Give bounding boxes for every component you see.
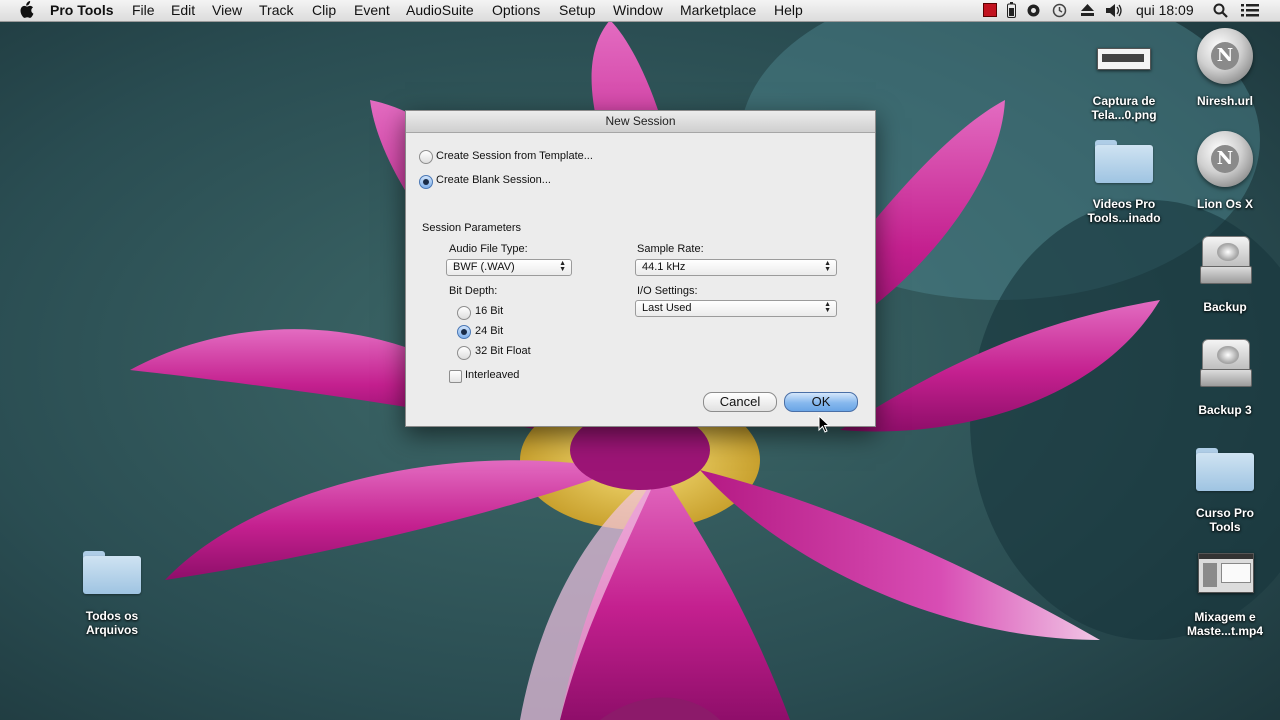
io-settings-label: I/O Settings: — [637, 285, 698, 297]
pro-tools-status-icon[interactable] — [983, 3, 997, 17]
io-settings-select[interactable]: Last Used ▲ ▼ — [635, 300, 837, 317]
image-file-icon — [1097, 48, 1151, 70]
bit-depth-label: Bit Depth: — [449, 285, 498, 297]
status-menu-area: qui 18:09 — [0, 0, 1280, 21]
hard-drive-icon — [1200, 236, 1252, 284]
bit-depth-16-label[interactable]: 16 Bit — [475, 305, 503, 317]
desktop-icon-lion-os-x[interactable]: N Lion Os X — [1170, 131, 1280, 221]
template-session-label[interactable]: Create Session from Template... — [436, 150, 593, 162]
desktop-icon-label: Videos Pro Tools...inado — [1087, 197, 1161, 225]
hard-drive-icon — [1200, 339, 1252, 387]
select-arrows-icon: ▲ ▼ — [824, 301, 831, 314]
video-file-icon — [1198, 553, 1254, 593]
battery-icon[interactable] — [1007, 2, 1016, 18]
audio-file-type-value: BWF (.WAV) — [453, 261, 515, 273]
desktop-icon-mixagem-video[interactable]: Mixagem e Maste...t.mp4 — [1170, 551, 1280, 641]
desktop-icon-label: Lion Os X — [1196, 197, 1253, 211]
eject-icon[interactable] — [1081, 4, 1094, 16]
menu-bar: Pro Tools File Edit View Track Clip Even… — [0, 0, 1280, 22]
time-machine-icon[interactable] — [1052, 3, 1067, 18]
desktop-icon-curso-pro-tools[interactable]: Curso Pro Tools — [1170, 448, 1280, 538]
volume-icon[interactable] — [1106, 3, 1124, 18]
desktop-icon-label: Captura de Tela...0.png — [1091, 94, 1157, 122]
mouse-cursor-icon — [818, 415, 830, 433]
blank-session-label[interactable]: Create Blank Session... — [436, 174, 551, 186]
session-parameters-heading: Session Parameters — [422, 222, 522, 234]
desktop-icon-label: Backup 3 — [1198, 403, 1252, 417]
sample-rate-value: 44.1 kHz — [642, 261, 686, 273]
desktop-icon-todos-os-arquivos[interactable]: Todos os Arquivos — [57, 551, 167, 641]
lion-logo-icon: N — [1211, 145, 1239, 173]
desktop-icon-label: Curso Pro Tools — [1195, 506, 1254, 534]
spotlight-search-icon[interactable] — [1213, 3, 1228, 18]
desktop-icon-screenshot[interactable]: Captura de Tela...0.png — [1069, 40, 1179, 130]
desktop-icon-label: Todos os Arquivos — [85, 609, 139, 637]
desktop-icon-label: Backup — [1203, 300, 1247, 314]
new-session-dialog: New Session Create Session from Template… — [405, 110, 876, 427]
select-arrows-icon: ▲ ▼ — [559, 260, 566, 273]
blank-session-radio[interactable] — [419, 175, 433, 189]
desktop-icon-label: Mixagem e Maste...t.mp4 — [1186, 610, 1264, 638]
sample-rate-label: Sample Rate: — [637, 243, 704, 255]
audio-file-type-label: Audio File Type: — [449, 243, 528, 255]
bit-depth-32-float-radio[interactable] — [457, 346, 471, 360]
desktop-icon-backup[interactable]: Backup — [1170, 236, 1280, 320]
io-settings-value: Last Used — [642, 302, 692, 314]
bit-depth-24-label[interactable]: 24 Bit — [475, 325, 503, 337]
bit-depth-32-float-label[interactable]: 32 Bit Float — [475, 345, 531, 357]
niresh-logo-icon: N — [1211, 42, 1239, 70]
ok-button[interactable]: OK — [784, 392, 858, 412]
gear-icon[interactable] — [1026, 3, 1041, 18]
template-session-radio[interactable] — [419, 150, 433, 164]
desktop-icon-backup-3[interactable]: Backup 3 — [1170, 339, 1280, 423]
lion-disc-icon: N — [1197, 131, 1253, 187]
notification-list-icon[interactable] — [1241, 3, 1259, 18]
dialog-title: New Session — [406, 111, 875, 133]
bit-depth-24-radio[interactable] — [457, 325, 471, 339]
menu-clock[interactable]: qui 18:09 — [1136, 2, 1194, 18]
sample-rate-select[interactable]: 44.1 kHz ▲ ▼ — [635, 259, 837, 276]
cancel-button[interactable]: Cancel — [703, 392, 777, 412]
niresh-disc-icon: N — [1197, 28, 1253, 84]
select-arrows-icon: ▲ ▼ — [824, 260, 831, 273]
desktop-icon-label: Niresh.url — [1196, 94, 1253, 108]
audio-file-type-select[interactable]: BWF (.WAV) ▲ ▼ — [446, 259, 572, 276]
bit-depth-16-radio[interactable] — [457, 306, 471, 320]
interleaved-checkbox[interactable] — [449, 370, 462, 383]
desktop-icon-videos-folder[interactable]: Videos Pro Tools...inado — [1069, 140, 1179, 230]
interleaved-label[interactable]: Interleaved — [465, 369, 519, 381]
desktop-icon-niresh-url[interactable]: N Niresh.url — [1170, 28, 1280, 118]
